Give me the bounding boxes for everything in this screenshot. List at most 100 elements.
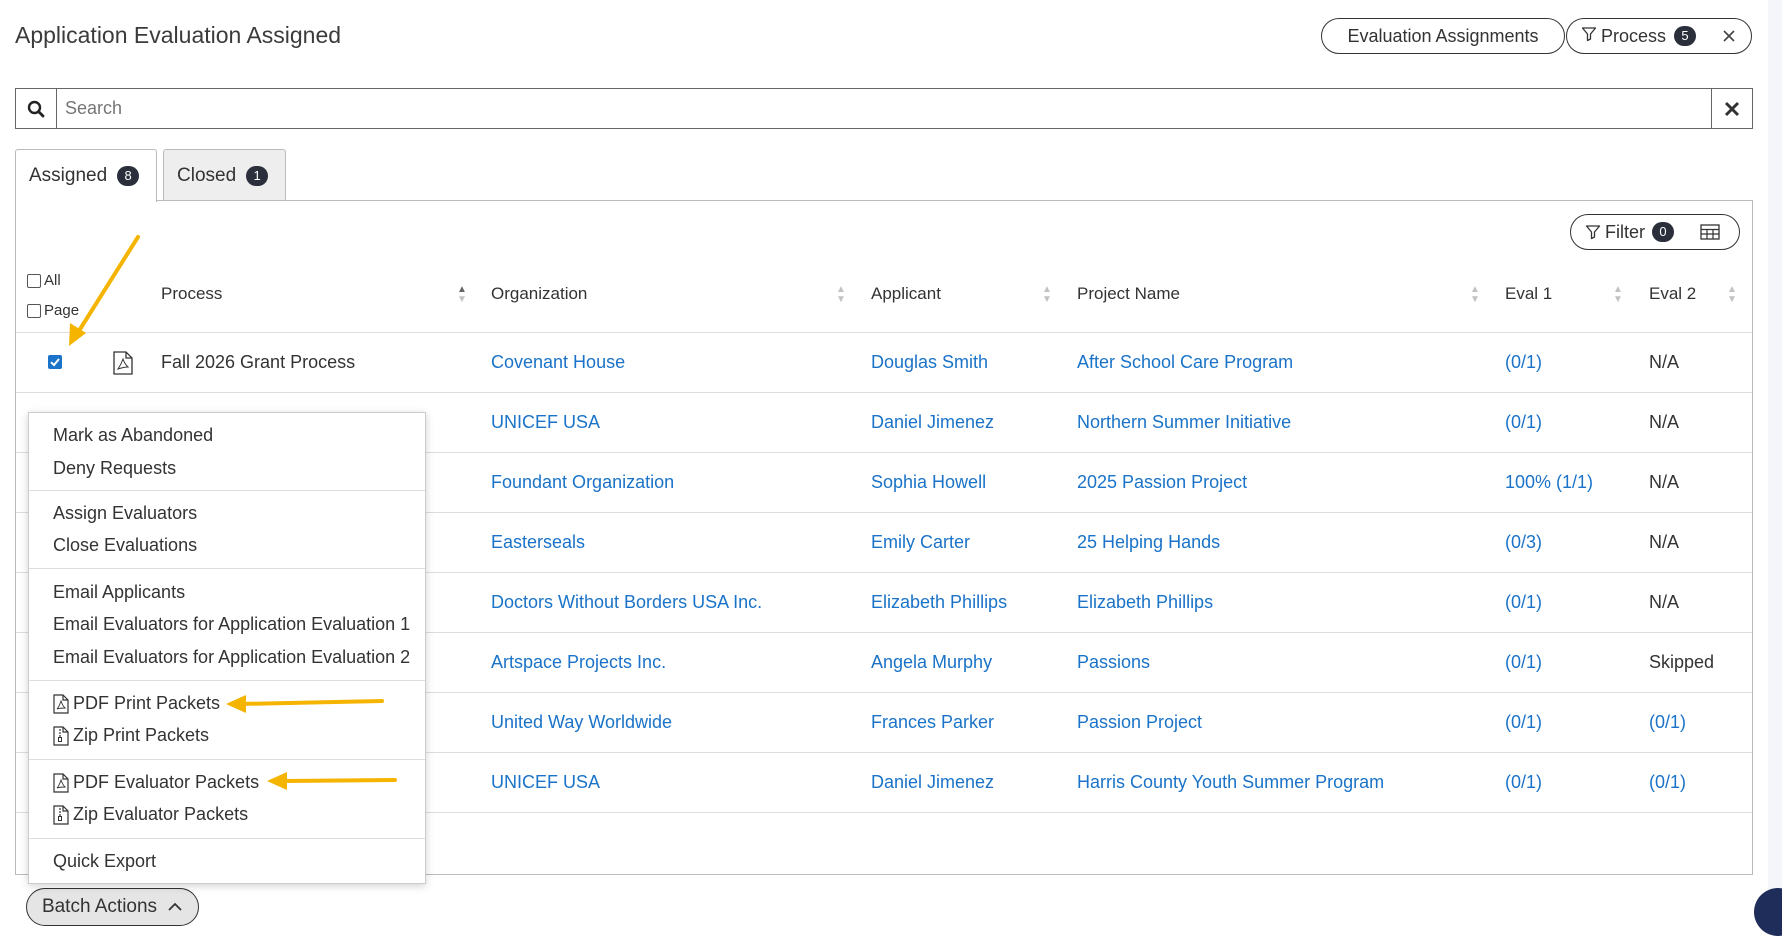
row-divider: [16, 392, 1752, 393]
pdf-icon[interactable]: [113, 351, 133, 380]
tab-closed[interactable]: Closed 1: [163, 149, 286, 201]
select-page[interactable]: Page: [27, 302, 79, 319]
clear-search-button[interactable]: [1711, 89, 1752, 128]
select-all-checkbox[interactable]: [27, 273, 41, 288]
sort-icon[interactable]: ▲ ▼: [836, 285, 846, 305]
row-project-link[interactable]: Harris County Youth Summer Program: [1077, 772, 1384, 793]
help-widget-button[interactable]: [1754, 888, 1782, 936]
row-applicant-link[interactable]: Daniel Jimenez: [871, 412, 994, 433]
filter-button[interactable]: Filter 0: [1570, 214, 1740, 250]
select-all-label: All: [44, 272, 61, 289]
row-organization-link[interactable]: Artspace Projects Inc.: [491, 652, 666, 673]
row-organization-link[interactable]: Easterseals: [491, 532, 585, 553]
row-eval2: N/A: [1649, 352, 1680, 372]
search-bar: [15, 88, 1753, 129]
column-header-project-name[interactable]: Project Name: [1077, 284, 1180, 304]
column-header-eval-1[interactable]: Eval 1: [1505, 284, 1552, 304]
row-eval2: Skipped: [1649, 652, 1715, 672]
row-eval2-link[interactable]: (0/1): [1649, 712, 1686, 733]
funnel-icon: [1585, 224, 1601, 240]
row-applicant-link[interactable]: Emily Carter: [871, 532, 970, 553]
row-organization-link[interactable]: UNICEF USA: [491, 412, 600, 433]
sort-icon[interactable]: ▲ ▼: [457, 285, 467, 305]
close-icon[interactable]: [1722, 29, 1736, 43]
pdf-icon: [53, 693, 69, 714]
row-project-link[interactable]: Northern Summer Initiative: [1077, 412, 1291, 433]
row-organization-link[interactable]: UNICEF USA: [491, 772, 600, 793]
row-applicant-link[interactable]: Douglas Smith: [871, 352, 988, 373]
menu-item-quick-export[interactable]: Quick Export: [53, 851, 156, 872]
menu-item-zip-print-packets[interactable]: Zip Print Packets: [53, 725, 209, 746]
row-applicant-link[interactable]: Elizabeth Phillips: [871, 592, 1007, 613]
menu-item-email-evaluators-1[interactable]: Email Evaluators for Application Evaluat…: [53, 614, 410, 635]
process-count-badge: 5: [1674, 26, 1697, 46]
menu-item-deny-requests[interactable]: Deny Requests: [53, 458, 176, 479]
row-organization-link[interactable]: Doctors Without Borders USA Inc.: [491, 592, 762, 613]
menu-item-pdf-evaluator-packets[interactable]: PDF Evaluator Packets: [53, 772, 259, 793]
column-header-process[interactable]: Process: [161, 284, 222, 304]
tab-label: Assigned: [29, 165, 108, 186]
evaluation-assignments-label: Evaluation Assignments: [1347, 25, 1539, 46]
select-all[interactable]: All: [27, 272, 61, 289]
sort-icon[interactable]: ▲ ▼: [1727, 285, 1737, 305]
row-organization-link[interactable]: Covenant House: [491, 352, 625, 373]
batch-actions-button[interactable]: Batch Actions: [26, 888, 199, 926]
row-eval1-link[interactable]: (0/1): [1505, 352, 1542, 373]
row-project-link[interactable]: Passions: [1077, 652, 1150, 673]
filter-count-badge: 0: [1652, 222, 1674, 242]
row-eval1-link[interactable]: (0/1): [1505, 592, 1542, 613]
search-input[interactable]: [57, 89, 1711, 128]
sort-icon[interactable]: ▲ ▼: [1042, 285, 1052, 305]
row-eval1-link[interactable]: 100% (1/1): [1505, 472, 1593, 493]
sort-icon[interactable]: ▲ ▼: [1470, 285, 1480, 305]
menu-divider: [29, 490, 425, 491]
row-eval1-link[interactable]: (0/1): [1505, 652, 1542, 673]
scrollbar-track[interactable]: [1768, 0, 1782, 925]
menu-item-close-evaluations[interactable]: Close Evaluations: [53, 535, 197, 556]
search-button[interactable]: [16, 89, 57, 128]
row-eval2-link[interactable]: (0/1): [1649, 772, 1686, 793]
row-project-link[interactable]: 25 Helping Hands: [1077, 532, 1220, 553]
column-header-eval-2[interactable]: Eval 2: [1649, 284, 1696, 304]
column-header-applicant[interactable]: Applicant: [871, 284, 941, 304]
row-eval1-link[interactable]: (0/3): [1505, 532, 1542, 553]
table-columns-icon[interactable]: [1700, 224, 1720, 240]
menu-item-email-applicants[interactable]: Email Applicants: [53, 582, 185, 603]
row-project-link[interactable]: 2025 Passion Project: [1077, 472, 1247, 493]
tab-assigned[interactable]: Assigned 8: [15, 149, 157, 202]
zip-file-icon: [53, 725, 69, 746]
menu-item-zip-evaluator-packets[interactable]: Zip Evaluator Packets: [53, 804, 248, 825]
row-applicant-link[interactable]: Frances Parker: [871, 712, 994, 733]
evaluation-assignments-button[interactable]: Evaluation Assignments: [1321, 18, 1565, 54]
row-eval1-link[interactable]: (0/1): [1505, 712, 1542, 733]
menu-item-email-evaluators-2[interactable]: Email Evaluators for Application Evaluat…: [53, 647, 410, 668]
row-eval2: N/A: [1649, 412, 1680, 432]
row-applicant-link[interactable]: Angela Murphy: [871, 652, 992, 673]
row-project-link[interactable]: Elizabeth Phillips: [1077, 592, 1213, 613]
zip-file-icon: [53, 804, 69, 825]
menu-divider: [29, 680, 425, 681]
row-organization-link[interactable]: United Way Worldwide: [491, 712, 672, 733]
funnel-icon: [1581, 26, 1597, 47]
row-applicant-link[interactable]: Sophia Howell: [871, 472, 986, 493]
select-page-checkbox[interactable]: [27, 303, 41, 318]
process-filter-chip[interactable]: Process 5: [1566, 18, 1752, 54]
select-page-label: Page: [44, 302, 80, 319]
row-project-link[interactable]: After School Care Program: [1077, 352, 1293, 373]
sort-icon[interactable]: ▲ ▼: [1613, 285, 1623, 305]
menu-divider: [29, 568, 425, 569]
menu-item-assign-evaluators[interactable]: Assign Evaluators: [53, 503, 197, 524]
chevron-up-icon: [167, 902, 183, 912]
tab-count-badge: 1: [246, 165, 269, 186]
pdf-icon: [53, 772, 69, 793]
menu-item-mark-abandoned[interactable]: Mark as Abandoned: [53, 425, 213, 446]
row-eval1-link[interactable]: (0/1): [1505, 412, 1542, 433]
column-header-organization[interactable]: Organization: [491, 284, 587, 304]
tab-label: Closed: [177, 164, 237, 186]
row-eval1-link[interactable]: (0/1): [1505, 772, 1542, 793]
row-project-link[interactable]: Passion Project: [1077, 712, 1202, 733]
row-applicant-link[interactable]: Daniel Jimenez: [871, 772, 994, 793]
menu-item-pdf-print-packets[interactable]: PDF Print Packets: [53, 693, 220, 714]
row-checkbox[interactable]: [48, 355, 62, 369]
row-organization-link[interactable]: Foundant Organization: [491, 472, 674, 493]
